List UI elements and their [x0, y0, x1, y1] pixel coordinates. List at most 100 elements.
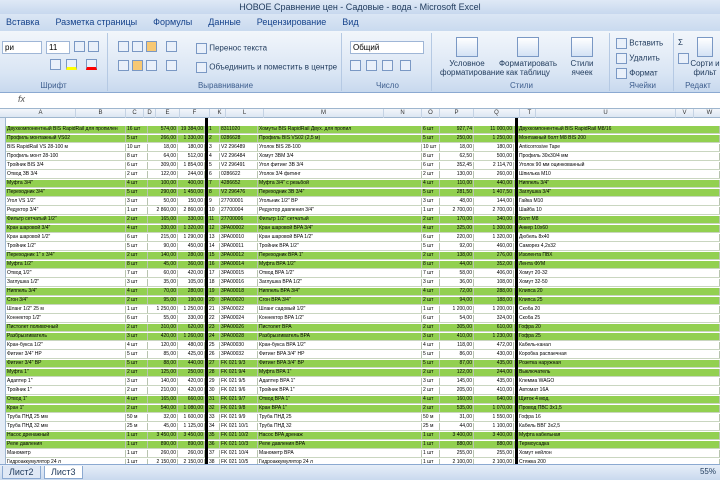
table-cell[interactable]: Кран 1"	[6, 405, 126, 412]
table-cell[interactable]: 1 300,00	[474, 225, 514, 232]
table-cell[interactable]: Муфта BPA 1/2"	[258, 261, 422, 268]
table-cell[interactable]: 1 шт	[126, 450, 148, 457]
tab-data[interactable]: Данные	[198, 14, 251, 31]
table-cell[interactable]: 3PA00011	[220, 243, 258, 250]
table-cell[interactable]: 8 шт	[126, 153, 148, 160]
table-cell[interactable]: 8 шт	[422, 153, 440, 160]
table-cell[interactable]: 2 шт	[422, 171, 440, 178]
table-cell[interactable]: FK 021 9/9	[220, 414, 258, 421]
table-cell[interactable]: 2 шт	[126, 369, 148, 376]
column-header[interactable]: M	[264, 109, 384, 118]
table-cell[interactable]: 62,50	[440, 153, 474, 160]
table-cell[interactable]: Анкер 10х60	[518, 225, 720, 232]
table-cell[interactable]: 3PA00002	[220, 225, 258, 232]
table-cell[interactable]: 3PA00024	[220, 315, 258, 322]
table-cell[interactable]: 4 шт	[126, 342, 148, 349]
table-cell[interactable]: 25 м	[422, 423, 440, 430]
table-cell[interactable]: Муфта 1/2"	[6, 261, 126, 268]
table-cell[interactable]: 21	[208, 306, 220, 313]
table-cell[interactable]: 108,00	[474, 279, 514, 286]
column-header[interactable]: V	[676, 109, 694, 118]
table-cell[interactable]: 460,00	[474, 243, 514, 250]
table-cell[interactable]: 25	[208, 342, 220, 349]
table-row[interactable]: Отвод 1" 4 шт 165,00 660,00 31 FK 021 9/7 Отво…	[6, 396, 720, 404]
table-cell[interactable]: Anticorrosive Tape	[518, 144, 720, 151]
sort-filter-button[interactable]: Сорти и фильт	[690, 37, 720, 77]
table-cell[interactable]: 4 шт	[126, 288, 148, 295]
table-cell[interactable]: Термоусадка	[518, 441, 720, 448]
table-cell[interactable]: Разбрызгиватель BPA	[258, 333, 422, 340]
font-name-select[interactable]: ри	[2, 41, 42, 54]
table-cell[interactable]: 45,00	[148, 261, 178, 268]
currency-icon[interactable]	[350, 60, 361, 71]
table-cell[interactable]: Переходник ЗВ 3/4"	[258, 189, 422, 196]
table-row[interactable]: Манометр 1 шт 260,00 260,00 37 FK 021 10/4 Ман…	[6, 450, 720, 458]
table-cell[interactable]: Шпилька M10	[518, 171, 720, 178]
table-row[interactable]: Фитинг 3/4" ВР 5 шт 88,00 440,00 27 FK 021 9/…	[6, 360, 720, 368]
insert-cells-button[interactable]: Вставить	[616, 38, 663, 49]
table-cell[interactable]: Труба ПНД 25	[258, 414, 422, 421]
table-cell[interactable]: 2 шт	[422, 297, 440, 304]
table-cell[interactable]: 72,00	[440, 288, 474, 295]
table-cell[interactable]: Двухкомпонентный BIS RapidRail M8/16	[518, 126, 720, 133]
table-cell[interactable]: 276,00	[474, 252, 514, 259]
table-cell[interactable]: 1 080,00	[178, 405, 205, 412]
table-cell[interactable]: Муфта 3/4"	[6, 180, 126, 187]
table-cell[interactable]: FK 021 10/4	[220, 450, 258, 457]
column-header[interactable]: B	[76, 109, 126, 118]
table-cell[interactable]: 18,00	[440, 144, 474, 151]
table-cell[interactable]: Изолента ПВХ	[518, 252, 720, 259]
table-cell[interactable]: 120,00	[148, 342, 178, 349]
table-row[interactable]: Заглушка 1/2" 3 шт 35,00 105,00 18 3PA00016 За…	[6, 279, 720, 287]
table-cell[interactable]: 2 700,00	[440, 207, 474, 214]
percent-icon[interactable]	[366, 60, 377, 71]
table-cell[interactable]: 94,00	[440, 297, 474, 304]
table-cell[interactable]: Муфта BPA 1"	[258, 369, 422, 376]
table-cell[interactable]: 36,00	[440, 279, 474, 286]
column-header[interactable]: L	[226, 109, 264, 118]
table-cell[interactable]: 4 шт	[126, 225, 148, 232]
table-cell[interactable]: 95,00	[148, 297, 178, 304]
table-cell[interactable]: 215,00	[148, 234, 178, 241]
table-cell[interactable]: 4 шт	[126, 180, 148, 187]
table-cell[interactable]: Саморез 4,2х32	[518, 243, 720, 250]
table-cell[interactable]: Гофра 25	[518, 333, 720, 340]
table-cell[interactable]: 10 шт	[422, 144, 440, 151]
table-cell[interactable]: 35,00	[148, 279, 178, 286]
table-cell[interactable]: 8 шт	[126, 261, 148, 268]
table-cell[interactable]: 400,00	[178, 180, 205, 187]
column-header[interactable]: A	[6, 109, 76, 118]
table-cell[interactable]: 2 шт	[126, 324, 148, 331]
table-cell[interactable]: 1 320,00	[178, 225, 205, 232]
cell-styles-button[interactable]: Стили ячеек	[562, 37, 602, 77]
wrap-text-button[interactable]: Перенос текста	[196, 43, 267, 54]
spreadsheet-grid[interactable]: ABCDEFKLMNOPQTUVW Двухкомпонентный BIS R…	[0, 109, 720, 464]
table-cell[interactable]: 22	[208, 315, 220, 322]
table-cell[interactable]: Угольник 1/2" ВР	[258, 198, 422, 205]
table-cell[interactable]: 280,00	[178, 288, 205, 295]
table-cell[interactable]: 3	[208, 144, 220, 151]
table-cell[interactable]: Кран шаровой BPA 3/4"	[258, 225, 422, 232]
table-cell[interactable]: Розетка наружная	[518, 360, 720, 367]
table-row[interactable]: Труба ПНД 32 мм 25 м 45,00 1 125,00 34 FK 021…	[6, 423, 720, 431]
table-row[interactable]: Профиль монт 28-100 8 шт 64,00 512,00 4 V2 29…	[6, 153, 720, 161]
table-cell[interactable]: V2 296491	[220, 162, 258, 169]
font-size-select[interactable]: 11	[46, 41, 70, 54]
table-row[interactable]: Кран-букса 1/2" 4 шт 120,00 480,00 25 3PA0003…	[6, 342, 720, 350]
table-cell[interactable]: 1 шт	[126, 306, 148, 313]
table-cell[interactable]: 927,74	[440, 126, 474, 133]
table-cell[interactable]: 410,00	[474, 387, 514, 394]
table-cell[interactable]: 12	[208, 225, 220, 232]
table-cell[interactable]: 4286652	[220, 180, 258, 187]
table-row[interactable]: Тройник 1/2" 5 шт 90,00 450,00 14 3PA00011 Тро…	[6, 243, 720, 251]
table-cell[interactable]: 5 шт	[126, 243, 148, 250]
table-cell[interactable]: 17	[208, 270, 220, 277]
table-cell[interactable]: 19 384,00	[178, 126, 205, 133]
table-cell[interactable]: Тройник BPA 1"	[258, 387, 422, 394]
table-cell[interactable]: 23	[208, 324, 220, 331]
table-cell[interactable]: FK 021 10/1	[220, 423, 258, 430]
table-cell[interactable]: 2 шт	[126, 387, 148, 394]
table-cell[interactable]: Кабель ВВГ 3х2,5	[518, 423, 720, 430]
align-right-icon[interactable]	[146, 60, 157, 71]
table-cell[interactable]: 35	[208, 432, 220, 439]
